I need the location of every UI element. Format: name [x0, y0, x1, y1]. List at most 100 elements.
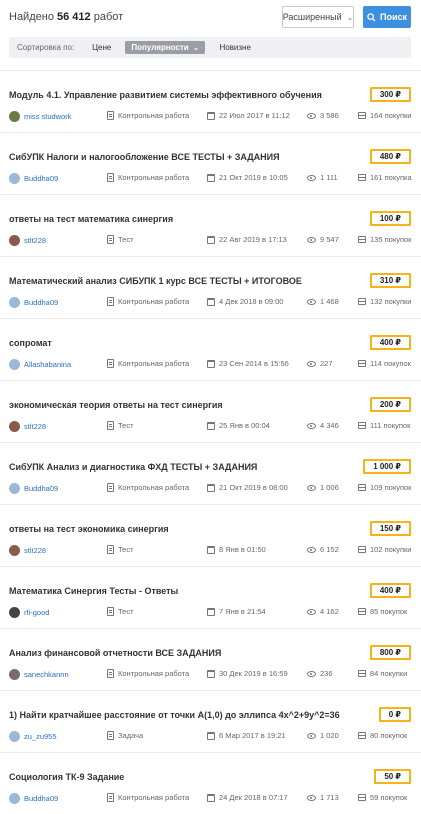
document-icon: [107, 297, 114, 306]
item-title[interactable]: ответы на тест экономика синергия: [9, 524, 169, 534]
work-type: Контрольная работа: [107, 669, 189, 678]
author[interactable]: rfi-good: [9, 607, 49, 618]
cart-icon: [358, 422, 366, 429]
item-title[interactable]: Модуль 4.1. Управление развитием системы…: [9, 90, 322, 100]
author[interactable]: stlt228: [9, 235, 46, 246]
publish-date: 6 Мар 2017 в 19:21: [207, 731, 286, 740]
price-badge[interactable]: 50 ₽: [374, 769, 411, 784]
list-item[interactable]: Анализ финансовой отчетности ВСЕ ЗАДАНИЯ…: [0, 628, 421, 690]
purchases: 161 покупка: [358, 173, 412, 182]
work-type-label: Задача: [118, 731, 144, 740]
price-badge[interactable]: 800 ₽: [369, 645, 411, 660]
author[interactable]: stlt228: [9, 545, 46, 556]
author[interactable]: sanechkannn: [9, 669, 69, 680]
item-title[interactable]: СибУПК Анализ и диагностика ФХД ТЕСТЫ + …: [9, 462, 257, 472]
list-item[interactable]: Социология ТК-9 Задание 50 ₽ Buddha09 Контр…: [0, 752, 421, 814]
publish-date: 22 Авг 2019 в 17:13: [207, 235, 287, 244]
date-label: 23 Сен 2014 в 15:56: [219, 359, 289, 368]
price-badge[interactable]: 150 ₽: [369, 521, 411, 536]
item-title[interactable]: ответы на тест математика синергия: [9, 214, 173, 224]
price-badge[interactable]: 300 ₽: [369, 87, 411, 102]
views-count: 1 713: [320, 793, 339, 802]
found-label: Найдено: [9, 11, 54, 23]
list-item[interactable]: Математический анализ СИБУПК 1 курс ВСЕ …: [0, 256, 421, 318]
list-item[interactable]: экономическая теория ответы на тест сине…: [0, 380, 421, 442]
item-title[interactable]: экономическая теория ответы на тест сине…: [9, 400, 223, 410]
price-badge[interactable]: 310 ₽: [369, 273, 411, 288]
search-label: Поиск: [379, 12, 407, 22]
item-title[interactable]: сопромат: [9, 338, 52, 348]
author[interactable]: miss studwork: [9, 111, 72, 122]
list-item[interactable]: сопромат 400 ₽ Allashabanina Контрольная ра…: [0, 318, 421, 380]
list-item[interactable]: Математика Синергия Тесты - Ответы 400 ₽ r…: [0, 566, 421, 628]
sort-by-price[interactable]: Цене: [92, 43, 111, 52]
author-name[interactable]: sanechkannn: [24, 670, 69, 679]
price-badge[interactable]: 200 ₽: [369, 397, 411, 412]
list-item[interactable]: 1) Найти кратчайшее расстояние от точки …: [0, 690, 421, 752]
item-meta: Allashabanina Контрольная работа 23 Сен 20…: [9, 359, 411, 371]
author-name[interactable]: Buddha09: [24, 298, 58, 307]
search-button[interactable]: Поиск: [363, 6, 411, 28]
advanced-search-button[interactable]: Расширенный ⌄: [282, 6, 354, 28]
date-label: 24 Дек 2018 в 07:17: [219, 793, 288, 802]
purchases-count: 135 покупок: [370, 235, 412, 244]
purchases: 164 покупки: [358, 111, 411, 120]
sort-popularity-label: Популярности: [131, 43, 189, 52]
sort-by-popularity[interactable]: Популярности ⌄: [125, 41, 206, 54]
list-item[interactable]: ответы на тест математика синергия 100 ₽ s…: [0, 194, 421, 256]
author[interactable]: Allashabanina: [9, 359, 71, 370]
price-badge[interactable]: 400 ₽: [369, 335, 411, 350]
author[interactable]: Buddha09: [9, 483, 58, 494]
work-type-label: Контрольная работа: [118, 483, 190, 492]
calendar-icon: [207, 793, 215, 802]
document-icon: [107, 421, 114, 430]
publish-date: 25 Янв в 00:04: [207, 421, 270, 430]
price-badge[interactable]: 400 ₽: [369, 583, 411, 598]
author-name[interactable]: Buddha09: [24, 174, 58, 183]
document-icon: [107, 793, 114, 802]
author[interactable]: Buddha09: [9, 297, 58, 308]
list-item[interactable]: СибУПК Налоги и налогообложение ВСЕ ТЕСТ…: [0, 132, 421, 194]
price-badge[interactable]: 480 ₽: [369, 149, 411, 164]
views-count: 236: [320, 669, 333, 678]
item-title[interactable]: СибУПК Налоги и налогообложение ВСЕ ТЕСТ…: [9, 152, 280, 162]
chevron-down-icon: ⌄: [346, 12, 354, 22]
author-name[interactable]: stlt228: [24, 546, 46, 555]
author-name[interactable]: Buddha09: [24, 794, 58, 803]
list-item[interactable]: Модуль 4.1. Управление развитием системы…: [0, 70, 421, 132]
purchases-count: 102 покупки: [370, 545, 412, 554]
item-meta: miss studwork Контрольная работа 22 Июл 20…: [9, 111, 411, 123]
work-type: Контрольная работа: [107, 111, 189, 120]
item-meta: stlt228 Тест 8 Янв в 01:50 6 152 102 покупки: [9, 545, 411, 557]
author-name[interactable]: stlt228: [24, 236, 46, 245]
list-item[interactable]: СибУПК Анализ и диагностика ФХД ТЕСТЫ + …: [0, 442, 421, 504]
author-name[interactable]: stlt228: [24, 422, 46, 431]
eye-icon: [307, 422, 316, 429]
price-badge[interactable]: 100 ₽: [369, 211, 411, 226]
author[interactable]: Buddha09: [9, 793, 58, 804]
purchases: 111 покупок: [358, 421, 410, 430]
author[interactable]: stlt228: [9, 421, 46, 432]
author-name[interactable]: Buddha09: [24, 484, 58, 493]
author-name[interactable]: rfi-good: [24, 608, 49, 617]
list-item[interactable]: ответы на тест экономика синергия 150 ₽ st…: [0, 504, 421, 566]
date-label: 4 Дек 2018 в 09:00: [219, 297, 284, 306]
sort-by-newness[interactable]: Новизне: [219, 43, 250, 52]
item-title[interactable]: 1) Найти кратчайшее расстояние от точки …: [9, 710, 340, 720]
author-name[interactable]: Allashabanina: [24, 360, 71, 369]
calendar-icon: [207, 111, 215, 120]
price-badge[interactable]: 1 000 ₽: [363, 459, 411, 474]
author-name[interactable]: miss studwork: [24, 112, 72, 121]
author[interactable]: zu_zu955: [9, 731, 57, 742]
author-name[interactable]: zu_zu955: [24, 732, 57, 741]
price-badge[interactable]: 0 ₽: [378, 707, 411, 722]
item-title[interactable]: Социология ТК-9 Задание: [9, 772, 124, 782]
item-title[interactable]: Математика Синергия Тесты - Ответы: [9, 586, 178, 596]
calendar-icon: [207, 731, 215, 740]
item-title[interactable]: Анализ финансовой отчетности ВСЕ ЗАДАНИЯ: [9, 648, 221, 658]
views-count: 1 020: [320, 731, 339, 740]
document-icon: [107, 607, 114, 616]
purchases: 109 покупок: [358, 483, 411, 492]
item-title[interactable]: Математический анализ СИБУПК 1 курс ВСЕ …: [9, 276, 302, 286]
author[interactable]: Buddha09: [9, 173, 58, 184]
